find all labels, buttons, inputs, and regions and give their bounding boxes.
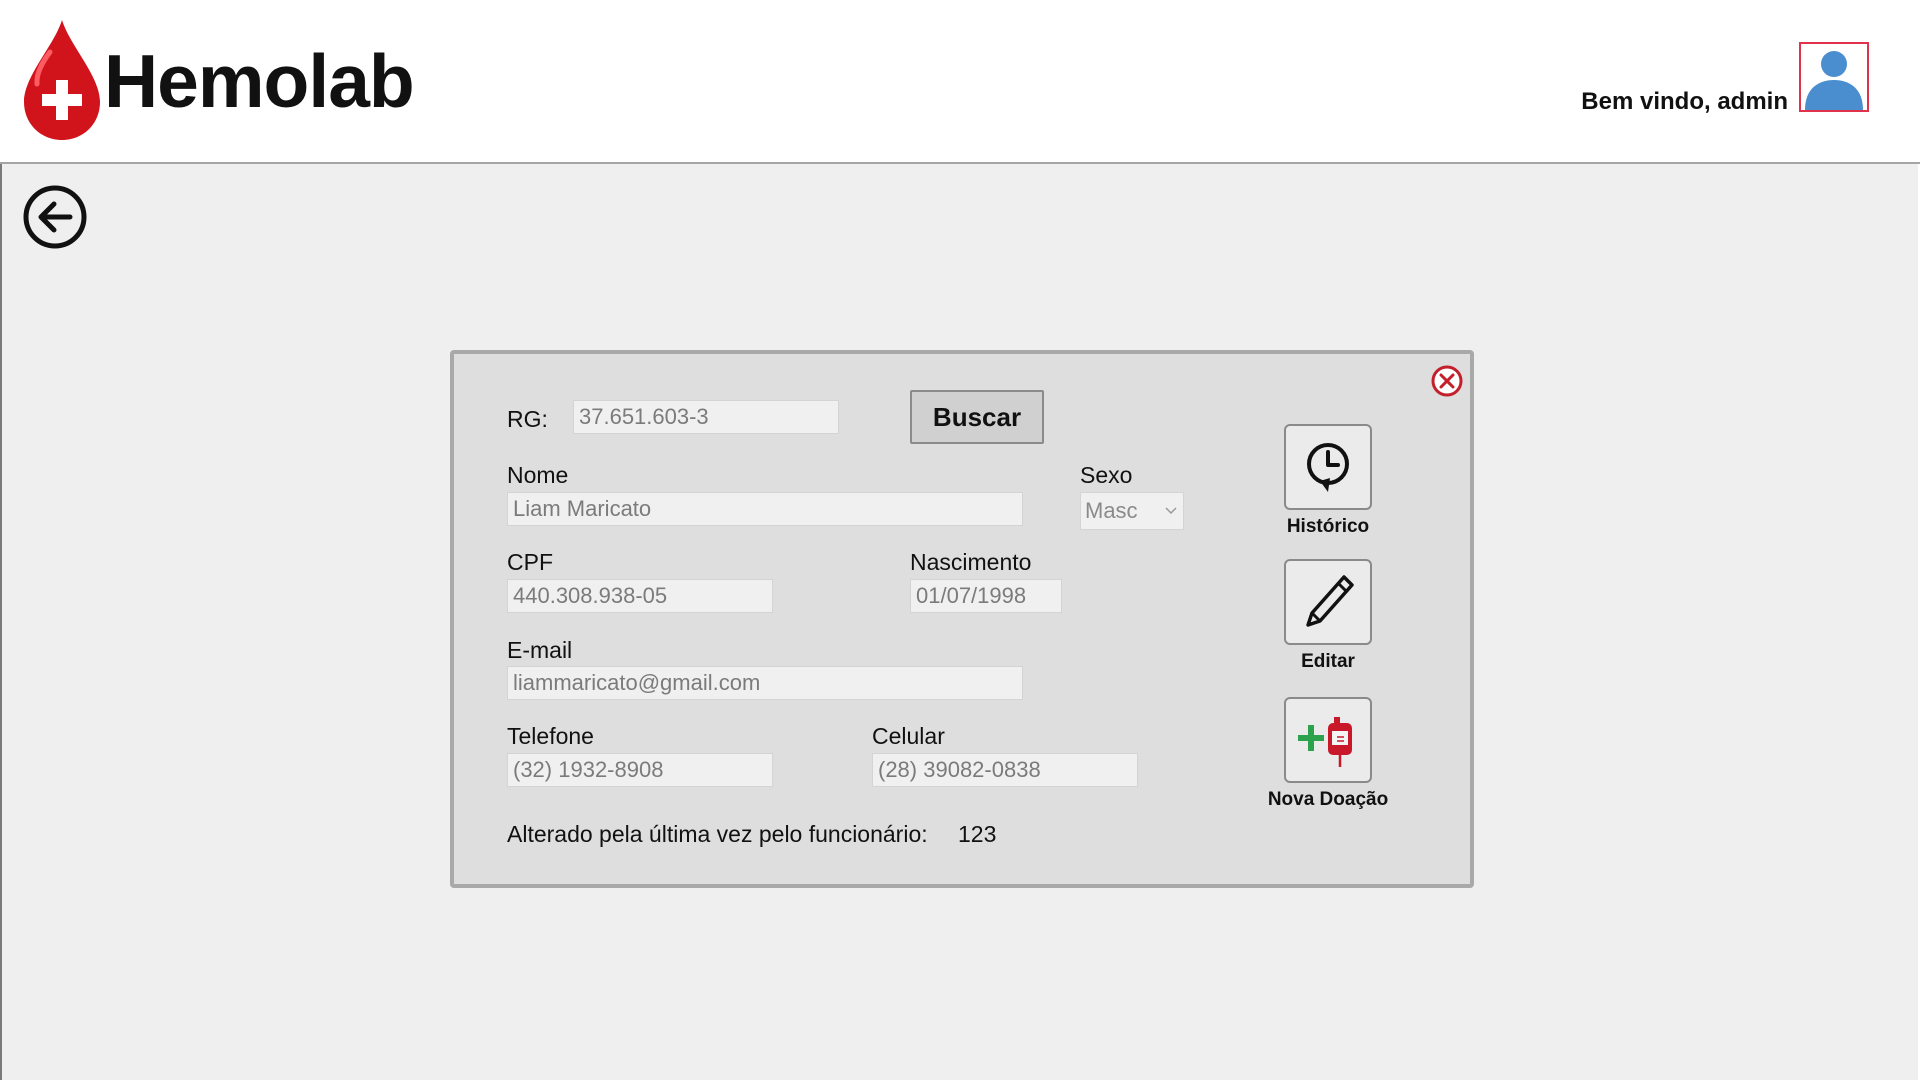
name-label: Nome [507, 462, 569, 488]
phone-input[interactable]: (32) 1932-8908 [507, 753, 773, 787]
rg-label: RG: [507, 406, 548, 432]
sex-label: Sexo [1080, 462, 1133, 488]
new-donation-label: Nova Doação [1267, 789, 1389, 810]
mobile-input[interactable]: (28) 39082-0838 [872, 753, 1138, 787]
phone-label: Telefone [507, 723, 594, 749]
app-header: Hemolab Bem vindo, admin [0, 0, 1920, 162]
cpf-label: CPF [507, 549, 553, 575]
birth-input[interactable]: 01/07/1998 [910, 579, 1062, 613]
history-label: Histórico [1286, 516, 1370, 537]
user-icon [1805, 51, 1863, 110]
name-input[interactable]: Liam Maricato [507, 492, 1023, 526]
arrow-left-icon [23, 185, 87, 249]
welcome-text: Bem vindo, admin [1581, 88, 1788, 115]
search-button[interactable]: Buscar [910, 390, 1044, 444]
app-name: Hemolab [104, 39, 415, 123]
pencil-icon [1306, 575, 1354, 627]
mobile-label: Celular [872, 723, 945, 749]
main-area: RG: 37.651.603-3 Buscar Nome Liam Marica… [0, 164, 1918, 1080]
last-changed-label: Alterado pela última vez pelo funcionári… [507, 821, 928, 847]
close-button[interactable] [1430, 364, 1464, 398]
edit-label: Editar [1301, 651, 1355, 672]
user-avatar-button[interactable] [1799, 42, 1869, 112]
history-icon [1307, 443, 1349, 492]
email-label: E-mail [507, 637, 573, 663]
back-button[interactable] [22, 184, 88, 250]
new-donation-button[interactable] [1284, 697, 1372, 783]
email-input[interactable]: liammaricato@gmail.com [507, 666, 1023, 700]
cpf-input[interactable]: 440.308.938-05 [507, 579, 773, 613]
close-icon [1431, 365, 1463, 397]
rg-input[interactable]: 37.651.603-3 [573, 400, 839, 434]
birth-label: Nascimento [910, 549, 1032, 575]
donor-lookup-panel: RG: 37.651.603-3 Buscar Nome Liam Marica… [450, 350, 1474, 888]
sex-select-value: Masc [1085, 498, 1138, 523]
blood-drop-icon [24, 20, 100, 140]
sex-select[interactable]: Masc [1080, 492, 1184, 530]
chevron-down-icon [1165, 507, 1177, 515]
hemolab-logo: Hemolab [24, 20, 434, 140]
edit-button[interactable] [1284, 559, 1372, 645]
last-changed-value: 123 [958, 821, 997, 847]
blood-bag-plus-icon [1298, 717, 1352, 767]
history-button[interactable] [1284, 424, 1372, 510]
